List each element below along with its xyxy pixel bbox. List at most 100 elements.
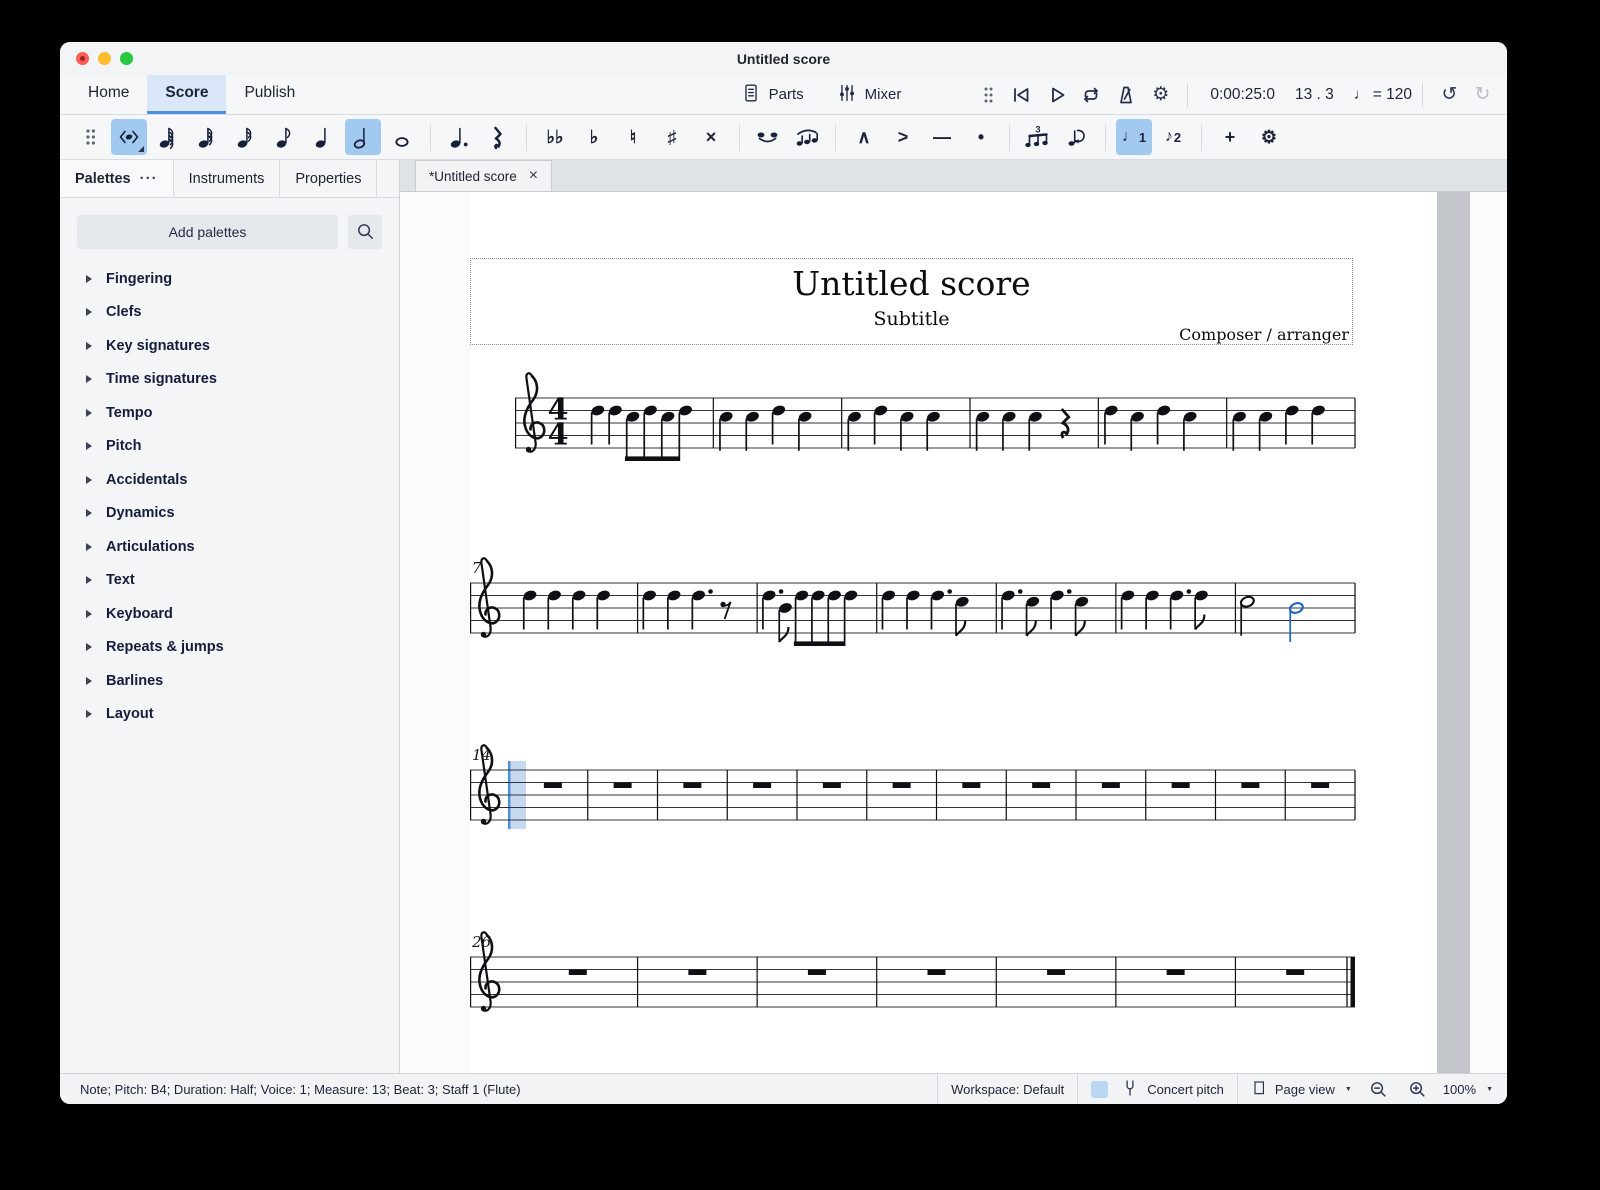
staccato-button[interactable]: • — [963, 119, 999, 155]
tuplet-button[interactable]: 3 — [1020, 119, 1056, 155]
measure-rest[interactable] — [1047, 970, 1065, 976]
palette-item-time-signatures[interactable]: Time signatures — [60, 363, 399, 397]
sharp-button[interactable]: ♯ — [654, 119, 690, 155]
note[interactable] — [1103, 404, 1119, 445]
note[interactable] — [1074, 595, 1090, 636]
measure-rest[interactable] — [928, 970, 946, 976]
measure-rest[interactable] — [1241, 783, 1259, 789]
undo-button[interactable]: ↺ — [1433, 80, 1466, 110]
titlebar[interactable]: Untitled score — [60, 42, 1507, 75]
note-input-mode-button[interactable] — [111, 119, 147, 155]
note[interactable] — [975, 410, 991, 451]
add-palettes-button[interactable]: Add palettes — [77, 215, 338, 249]
rest-button[interactable] — [480, 119, 516, 155]
measure-rest[interactable] — [1172, 783, 1190, 789]
measure-rest[interactable] — [614, 783, 632, 789]
playback-time-display[interactable]: 0:00:25:0 — [1210, 86, 1275, 104]
zoom-level[interactable]: 100% ▼ — [1443, 1082, 1493, 1097]
close-window-button[interactable] — [76, 52, 89, 65]
palette-item-clefs[interactable]: Clefs — [60, 296, 399, 330]
music-system-1[interactable]: 44 — [515, 373, 1355, 461]
16th-note-button[interactable] — [228, 119, 264, 155]
note[interactable] — [718, 410, 734, 451]
note[interactable] — [1258, 410, 1274, 451]
note[interactable] — [1232, 410, 1248, 451]
note[interactable] — [642, 589, 658, 630]
note[interactable] — [1284, 404, 1300, 445]
document-tab[interactable]: *Untitled score × — [415, 160, 552, 191]
note[interactable] — [797, 410, 813, 451]
palette-item-layout[interactable]: Layout — [60, 698, 399, 732]
view-mode-selector[interactable]: Page view ▼ — [1251, 1079, 1352, 1100]
score-music[interactable]: 4471426 — [400, 192, 1507, 1073]
note[interactable] — [1025, 595, 1041, 636]
note[interactable] — [1001, 410, 1017, 451]
note[interactable] — [522, 589, 538, 630]
measure-rest[interactable] — [544, 783, 562, 789]
note[interactable] — [1311, 404, 1327, 445]
note[interactable] — [608, 404, 624, 445]
whole-note-button[interactable] — [384, 119, 420, 155]
slur-button[interactable] — [789, 119, 825, 155]
double-flat-button[interactable]: ♭♭ — [537, 119, 573, 155]
augmentation-dot-button[interactable] — [441, 119, 477, 155]
palettes-menu-icon[interactable]: ··· — [140, 170, 158, 187]
rewind-button[interactable] — [1004, 80, 1037, 110]
palette-item-pitch[interactable]: Pitch — [60, 430, 399, 464]
close-tab-icon[interactable]: × — [529, 168, 538, 184]
note[interactable] — [547, 589, 563, 630]
palette-item-text[interactable]: Text — [60, 564, 399, 598]
measure-rest[interactable] — [1102, 783, 1120, 789]
note[interactable] — [590, 404, 606, 445]
64th-note-button[interactable] — [150, 119, 186, 155]
measure-rest[interactable] — [683, 783, 701, 789]
note[interactable] — [1240, 595, 1256, 636]
half-note-button[interactable] — [345, 119, 381, 155]
measure-rest[interactable] — [893, 783, 911, 789]
marcato-button[interactable]: ∧ — [846, 119, 882, 155]
panel-tab-palettes[interactable]: Palettes ··· — [60, 160, 174, 197]
measure-rest[interactable] — [823, 783, 841, 789]
note[interactable] — [666, 589, 682, 630]
quarter-note-button[interactable] — [306, 119, 342, 155]
parts-button[interactable]: Parts — [731, 78, 813, 112]
playback-toolbar-drag-handle-icon[interactable] — [982, 84, 995, 106]
concert-pitch-toggle[interactable]: Concert pitch — [1121, 1078, 1224, 1101]
palette-item-articulations[interactable]: Articulations — [60, 530, 399, 564]
natural-button[interactable]: ♮ — [615, 119, 651, 155]
note[interactable] — [1182, 410, 1198, 451]
note[interactable] — [1028, 410, 1044, 451]
note[interactable] — [954, 595, 970, 636]
redo-button[interactable]: ↻ — [1466, 80, 1499, 110]
palette-item-key-signatures[interactable]: Key signatures — [60, 329, 399, 363]
palette-item-accidentals[interactable]: Accidentals — [60, 463, 399, 497]
accent-button[interactable]: > — [885, 119, 921, 155]
music-system-3[interactable]: 14 — [470, 745, 1355, 829]
midi-input-indicator[interactable] — [1091, 1081, 1108, 1098]
score-view[interactable]: Untitled score Subtitle Composer / arran… — [400, 192, 1507, 1073]
voice-2-button[interactable]: ♪2 — [1155, 119, 1191, 155]
note[interactable] — [1130, 410, 1146, 451]
palette-item-fingering[interactable]: Fingering — [60, 262, 399, 296]
note[interactable] — [771, 404, 787, 445]
palette-item-repeats-jumps[interactable]: Repeats & jumps — [60, 631, 399, 665]
tab-home[interactable]: Home — [70, 75, 147, 114]
note[interactable] — [899, 410, 915, 451]
flip-direction-button[interactable] — [1059, 119, 1095, 155]
measure-rest[interactable] — [1311, 783, 1329, 789]
customize-toolbar-button[interactable]: ⚙ — [1251, 119, 1287, 155]
playback-position-display[interactable]: 13 . 3 — [1295, 86, 1334, 104]
measure-rest[interactable] — [688, 970, 706, 976]
music-system-2[interactable]: 7 — [470, 558, 1355, 646]
measure-rest[interactable] — [962, 783, 980, 789]
palette-item-dynamics[interactable]: Dynamics — [60, 497, 399, 531]
eighth-rest[interactable] — [723, 602, 731, 619]
note[interactable] — [1156, 404, 1172, 445]
toolbar-drag-handle-button[interactable] — [72, 119, 108, 155]
flat-button[interactable]: ♭ — [576, 119, 612, 155]
palette-item-barlines[interactable]: Barlines — [60, 664, 399, 698]
voice-1-button[interactable]: ♩1 — [1116, 119, 1152, 155]
measure-rest[interactable] — [1032, 783, 1050, 789]
palette-item-keyboard[interactable]: Keyboard — [60, 597, 399, 631]
note[interactable] — [1194, 589, 1210, 630]
